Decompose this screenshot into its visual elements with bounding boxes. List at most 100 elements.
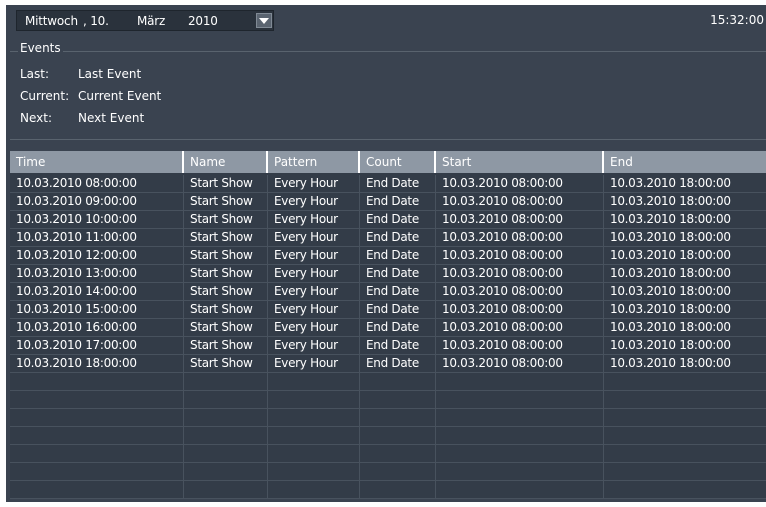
table-cell: Every Hour (268, 247, 360, 264)
table-cell: End Date (360, 247, 436, 264)
table-cell (604, 391, 766, 408)
table-cell: 10.03.2010 10:00:00 (10, 211, 184, 228)
table-cell: 10.03.2010 08:00:00 (436, 337, 604, 354)
table-row-empty[interactable] (10, 427, 766, 445)
table-cell: 10.03.2010 16:00:00 (10, 319, 184, 336)
date-picker[interactable]: Mittwoch , 10. März 2010 (16, 10, 274, 31)
table-cell: Start Show (184, 211, 268, 228)
table-cell (268, 481, 360, 498)
table-cell (268, 445, 360, 462)
table-row-empty[interactable] (10, 463, 766, 481)
table-cell: 10.03.2010 08:00:00 (436, 283, 604, 300)
table-cell: Start Show (184, 301, 268, 318)
column-header-time[interactable]: Time (10, 151, 184, 173)
table-cell: Start Show (184, 193, 268, 210)
table-cell: Start Show (184, 319, 268, 336)
table-cell: 10.03.2010 18:00:00 (610, 302, 731, 316)
table-cell (184, 445, 268, 462)
table-cell (360, 445, 436, 462)
table-row[interactable]: 10.03.2010 15:00:00 Start Show Every Hour E… (10, 301, 766, 319)
table-cell (268, 373, 360, 390)
table-cell: 10.03.2010 13:00:00 (10, 265, 184, 282)
table-cell: 10.03.2010 18:00:00 (10, 355, 184, 372)
table-cell: Every Hour (268, 337, 360, 354)
column-header-count[interactable]: Count (360, 151, 436, 173)
table-cell: 10.03.2010 08:00:00 (436, 175, 604, 192)
table-cell: Start Show (184, 355, 268, 372)
table-cell: 10.03.2010 08:00:00 (436, 247, 604, 264)
table-cell (360, 391, 436, 408)
events-title: Events (18, 41, 63, 55)
table-row[interactable]: 10.03.2010 10:00:00 Start Show Every Hour E… (10, 211, 766, 229)
table-cell: 10.03.2010 11:00:00 (10, 229, 184, 246)
table-cell: Every Hour (268, 301, 360, 318)
table-row[interactable]: 10.03.2010 13:00:00 Start Show Every Hour E… (10, 265, 766, 283)
table-cell (184, 481, 268, 498)
table-row-empty[interactable] (10, 409, 766, 427)
event-table[interactable]: Time Name Pattern Count Start End 10.03.… (10, 151, 766, 499)
event-current-value: Current Event (78, 89, 162, 103)
column-header-start[interactable]: Start (436, 151, 604, 173)
table-cell (10, 445, 184, 462)
column-header-pattern[interactable]: Pattern (268, 151, 360, 173)
table-cell: 10.03.2010 08:00:00 (436, 193, 604, 210)
table-cell: Every Hour (268, 283, 360, 300)
scheduler-window: Mittwoch , 10. März 2010 15:32:00 Events… (6, 5, 766, 502)
table-row[interactable]: 10.03.2010 08:00:00 Start Show Every Hour E… (10, 175, 766, 193)
table-cell: End Date (360, 193, 436, 210)
table-cell (604, 481, 766, 498)
table-cell (604, 373, 766, 390)
table-cell: 10.03.2010 18:00:00 (610, 266, 731, 280)
event-next-label: Next: (20, 111, 52, 125)
table-cell: Start Show (184, 283, 268, 300)
table-cell (604, 409, 766, 426)
table-row[interactable]: 10.03.2010 11:00:00 Start Show Every Hour E… (10, 229, 766, 247)
clock: 15:32:00 (710, 13, 764, 27)
table-cell (268, 463, 360, 480)
table-cell: 10.03.2010 17:00:00 (10, 337, 184, 354)
table-row[interactable]: 10.03.2010 12:00:00 Start Show Every Hour E… (10, 247, 766, 265)
table-cell: 10.03.2010 18:00:00 (610, 338, 731, 352)
table-cell: End Date (360, 265, 436, 282)
table-row[interactable]: 10.03.2010 17:00:00 Start Show Every Hour E… (10, 337, 766, 355)
table-cell: 10.03.2010 08:00:00 (436, 229, 604, 246)
column-header-name[interactable]: Name (184, 151, 268, 173)
table-cell: Every Hour (268, 265, 360, 282)
table-row[interactable]: 10.03.2010 09:00:00 Start Show Every Hour E… (10, 193, 766, 211)
table-row-empty[interactable] (10, 481, 766, 499)
table-cell: End Date (360, 337, 436, 354)
table-cell (10, 427, 184, 444)
table-cell (360, 463, 436, 480)
table-cell: Start Show (184, 247, 268, 264)
table-cell: Every Hour (268, 319, 360, 336)
table-cell (184, 391, 268, 408)
table-cell: 10.03.2010 18:00:00 (610, 320, 731, 334)
table-cell (604, 427, 766, 444)
event-current-label: Current: (20, 89, 70, 103)
table-row-empty[interactable] (10, 391, 766, 409)
table-row[interactable]: 10.03.2010 14:00:00 Start Show Every Hour E… (10, 283, 766, 301)
column-header-end[interactable]: End (604, 151, 766, 173)
table-cell: End Date (360, 319, 436, 336)
table-cell (10, 409, 184, 426)
chevron-down-icon[interactable] (256, 13, 272, 28)
table-cell (10, 391, 184, 408)
table-cell: Start Show (184, 175, 268, 192)
table-cell (436, 463, 604, 480)
table-cell (436, 481, 604, 498)
table-cell (436, 391, 604, 408)
table-cell (360, 373, 436, 390)
table-cell (604, 463, 766, 480)
table-cell (436, 409, 604, 426)
table-cell: Every Hour (268, 229, 360, 246)
table-cell: Start Show (184, 337, 268, 354)
table-cell: 10.03.2010 08:00:00 (436, 301, 604, 318)
table-row-empty[interactable] (10, 445, 766, 463)
table-row[interactable]: 10.03.2010 16:00:00 Start Show Every Hour E… (10, 319, 766, 337)
table-cell: End Date (360, 175, 436, 192)
table-row[interactable]: 10.03.2010 18:00:00 Start Show Every Hour E… (10, 355, 766, 373)
table-header: Time Name Pattern Count Start End (10, 151, 766, 173)
table-cell: 10.03.2010 08:00:00 (10, 175, 184, 192)
table-cell: 10.03.2010 18:00:00 (610, 356, 731, 370)
table-row-empty[interactable] (10, 373, 766, 391)
